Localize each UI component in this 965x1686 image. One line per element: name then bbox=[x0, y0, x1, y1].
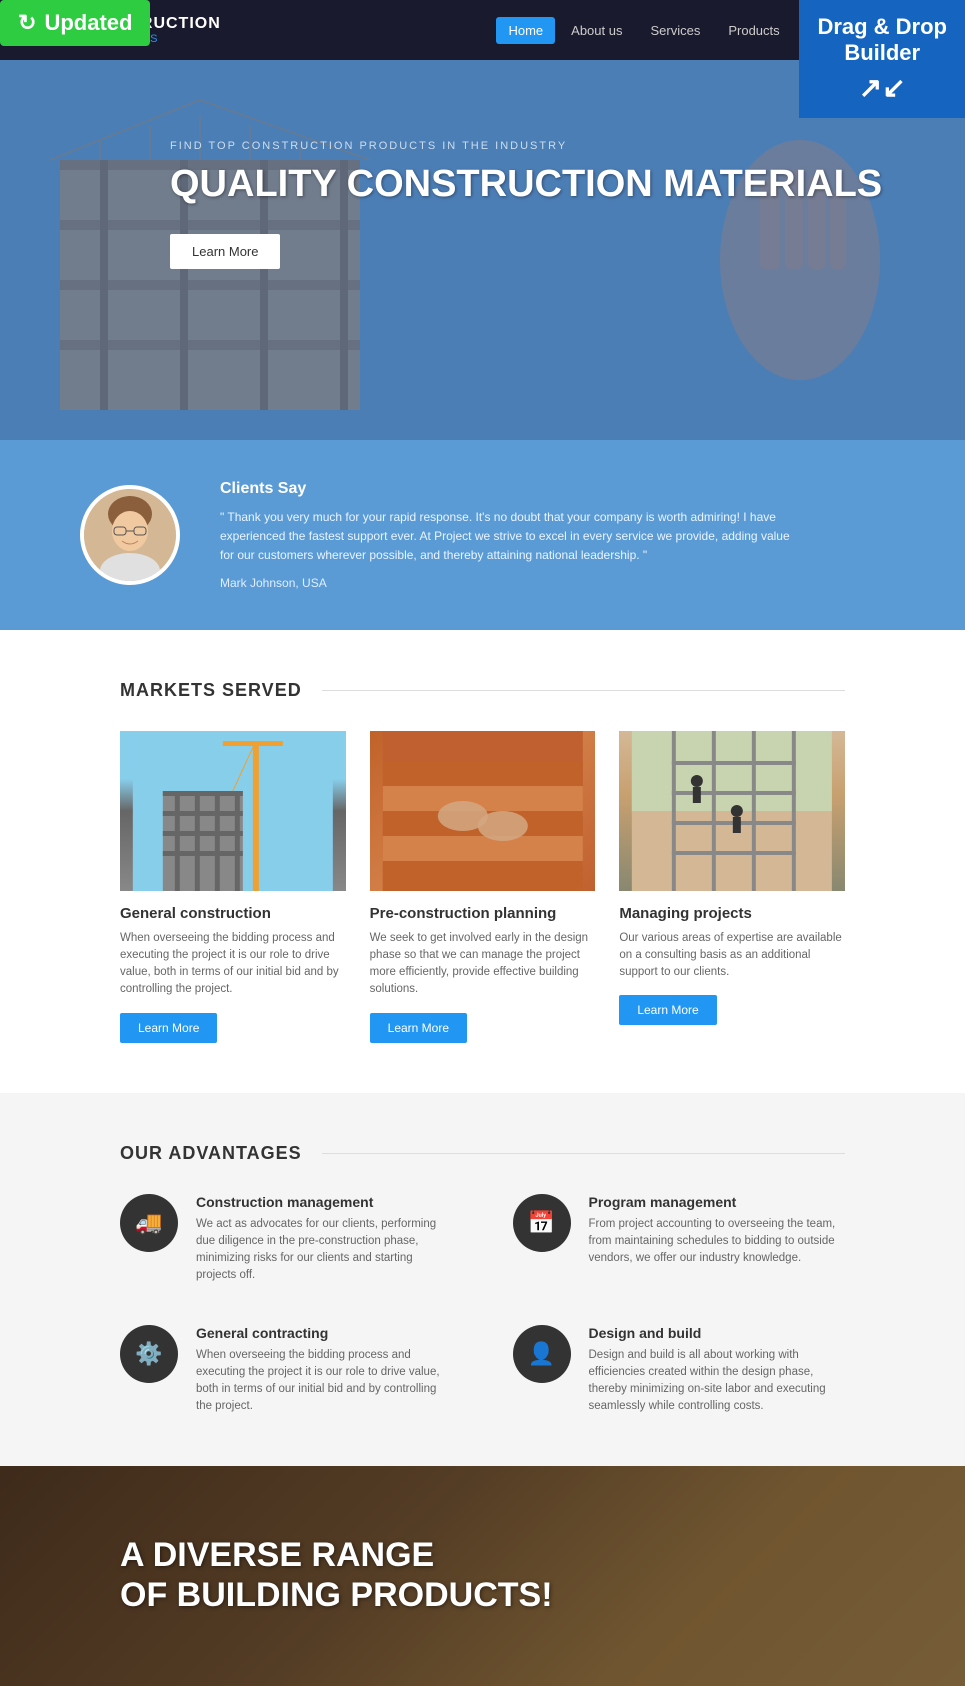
hero-learn-more-button[interactable]: Learn More bbox=[170, 234, 280, 269]
advantage-item-1: 🚚 Construction management We act as advo… bbox=[120, 1194, 453, 1285]
advantage-icon-2: 📅 bbox=[513, 1194, 571, 1252]
footer-hero-line1: A DIVERSE RANGE bbox=[120, 1536, 553, 1575]
advantage-title-1: Construction management bbox=[196, 1194, 453, 1210]
advantage-desc-3: When overseeing the bidding process and … bbox=[196, 1347, 453, 1416]
advantage-icon-4: 👤 bbox=[513, 1325, 571, 1383]
advantage-title-3: General contracting bbox=[196, 1325, 453, 1341]
refresh-icon: ↻ bbox=[18, 10, 36, 36]
advantages-grid: 🚚 Construction management We act as advo… bbox=[120, 1194, 845, 1416]
advantage-text-3: General contracting When overseeing the … bbox=[196, 1325, 453, 1416]
avatar bbox=[80, 485, 180, 585]
advantage-title-2: Program management bbox=[589, 1194, 846, 1210]
footer-hero-section: A DIVERSE RANGE OF BUILDING PRODUCTS! bbox=[0, 1466, 965, 1686]
market-img-3 bbox=[619, 731, 845, 891]
advantage-desc-4: Design and build is all about working wi… bbox=[589, 1347, 846, 1416]
advantages-title: OUR ADVANTAGES bbox=[120, 1143, 845, 1164]
market-img-1 bbox=[120, 731, 346, 891]
market-card-3-btn[interactable]: Learn More bbox=[619, 995, 716, 1025]
market-card-3-title: Managing projects bbox=[619, 905, 845, 922]
market-card-3-desc: Our various areas of expertise are avail… bbox=[619, 930, 845, 982]
market-card-1: General construction When overseeing the… bbox=[120, 731, 346, 1043]
markets-grid: General construction When overseeing the… bbox=[120, 731, 845, 1043]
advantage-icon-1: 🚚 bbox=[120, 1194, 178, 1252]
testimonial-section: Clients Say " Thank you very much for yo… bbox=[0, 440, 965, 630]
footer-hero-line2: OF BUILDING PRODUCTS! bbox=[120, 1576, 553, 1615]
updated-label: Updated bbox=[44, 10, 132, 36]
hero-title: QUALITY CONSTRUCTION MATERIALS bbox=[170, 164, 965, 206]
advantage-item-4: 👤 Design and build Design and build is a… bbox=[513, 1325, 846, 1416]
market-img-2 bbox=[370, 731, 596, 891]
markets-title: MARKETS SERVED bbox=[120, 680, 845, 701]
testimonial-content: Clients Say " Thank you very much for yo… bbox=[220, 480, 800, 590]
advantage-text-2: Program management From project accounti… bbox=[589, 1194, 846, 1268]
advantages-section: OUR ADVANTAGES 🚚 Construction management… bbox=[0, 1093, 965, 1466]
hero-subtitle: FIND TOP CONSTRUCTION PRODUCTS IN THE IN… bbox=[170, 140, 965, 152]
avatar-image bbox=[84, 489, 176, 581]
advantage-desc-2: From project accounting to overseeing th… bbox=[589, 1216, 846, 1268]
nav-products[interactable]: Products bbox=[716, 17, 791, 44]
advantage-item-2: 📅 Program management From project accoun… bbox=[513, 1194, 846, 1285]
advantage-item-3: ⚙️ General contracting When overseeing t… bbox=[120, 1325, 453, 1416]
market-card-1-title: General construction bbox=[120, 905, 346, 922]
market-card-2-title: Pre-construction planning bbox=[370, 905, 596, 922]
updated-badge: ↻ Updated bbox=[0, 0, 150, 46]
market-card-2: Pre-construction planning We seek to get… bbox=[370, 731, 596, 1043]
nav-home[interactable]: Home bbox=[496, 17, 555, 44]
dnd-line2: Builder bbox=[844, 40, 920, 66]
advantage-text-4: Design and build Design and build is all… bbox=[589, 1325, 846, 1416]
market-card-3: Managing projects Our various areas of e… bbox=[619, 731, 845, 1043]
market-card-2-btn[interactable]: Learn More bbox=[370, 1013, 467, 1043]
nav-about[interactable]: About us bbox=[559, 17, 634, 44]
arrows-icon: ↗↙ bbox=[859, 71, 906, 105]
footer-hero-text: A DIVERSE RANGE OF BUILDING PRODUCTS! bbox=[120, 1536, 553, 1614]
testimonial-quote: " Thank you very much for your rapid res… bbox=[220, 508, 800, 566]
dnd-line1: Drag & Drop bbox=[817, 14, 947, 40]
dnd-badge: Drag & Drop Builder ↗↙ bbox=[799, 0, 965, 118]
markets-section: MARKETS SERVED bbox=[0, 630, 965, 1093]
clients-say-heading: Clients Say bbox=[220, 480, 800, 498]
advantage-icon-3: ⚙️ bbox=[120, 1325, 178, 1383]
advantage-text-1: Construction management We act as advoca… bbox=[196, 1194, 453, 1285]
market-card-1-desc: When overseeing the bidding process and … bbox=[120, 930, 346, 999]
advantage-title-4: Design and build bbox=[589, 1325, 846, 1341]
nav-services[interactable]: Services bbox=[638, 17, 712, 44]
market-card-1-btn[interactable]: Learn More bbox=[120, 1013, 217, 1043]
advantage-desc-1: We act as advocates for our clients, per… bbox=[196, 1216, 453, 1285]
testimonial-author: Mark Johnson, USA bbox=[220, 576, 800, 590]
market-card-2-desc: We seek to get involved early in the des… bbox=[370, 930, 596, 999]
